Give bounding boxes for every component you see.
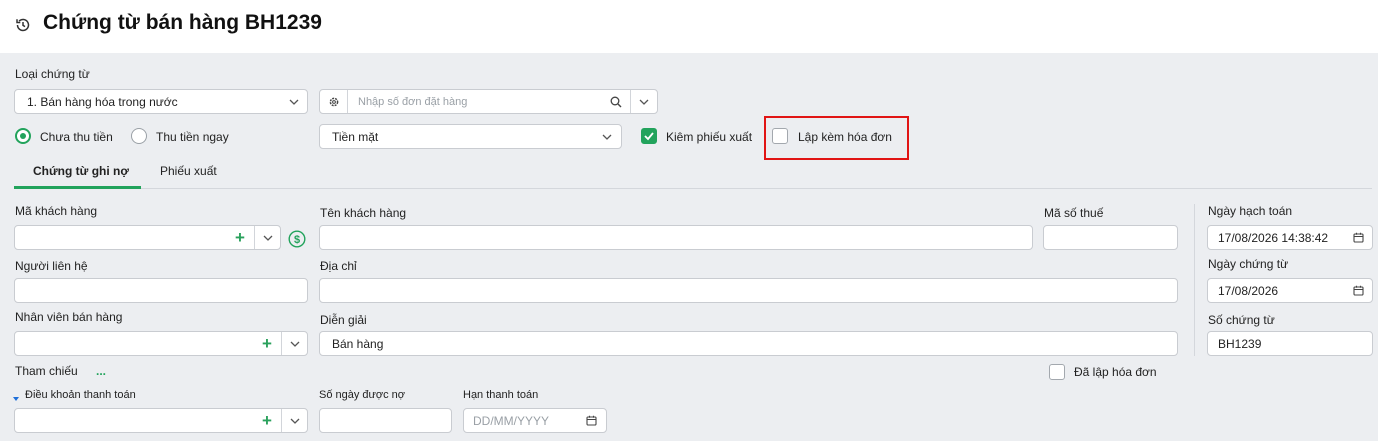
contact-input[interactable] xyxy=(14,278,308,303)
unpaid-label: Chưa thu tiền xyxy=(40,130,113,144)
tax-code-label: Mã số thuế xyxy=(1044,206,1104,220)
divider xyxy=(630,90,631,113)
sales-staff-input[interactable]: + xyxy=(14,331,308,356)
dollar-icon[interactable]: $ xyxy=(288,230,306,248)
address-label: Địa chỉ xyxy=(320,259,357,273)
paid-now-radio[interactable] xyxy=(131,128,147,144)
delivery-note-checkbox[interactable] xyxy=(641,128,657,144)
calendar-icon[interactable] xyxy=(1352,279,1364,302)
tabs-divider xyxy=(14,188,1372,189)
order-search-field[interactable]: Nhập số đơn đặt hàng xyxy=(319,89,658,114)
sales-staff-label: Nhân viên bán hàng xyxy=(15,310,123,324)
unpaid-radio[interactable] xyxy=(15,128,31,144)
divider xyxy=(281,332,282,355)
svg-text:$: $ xyxy=(294,234,300,246)
history-icon[interactable] xyxy=(14,16,32,34)
calendar-icon[interactable] xyxy=(1352,226,1364,249)
side-divider xyxy=(1194,204,1195,356)
voucher-date-input[interactable]: 17/08/2026 xyxy=(1207,278,1373,303)
reference-more-link[interactable]: ... xyxy=(96,364,106,378)
chevron-down-icon[interactable] xyxy=(285,332,305,355)
active-tab-indicator xyxy=(14,186,141,189)
voucher-type-select[interactable]: 1. Bán hàng hóa trong nước xyxy=(14,89,308,114)
posting-date-input[interactable]: 17/08/2026 14:38:42 xyxy=(1207,225,1373,250)
tab-delivery-note[interactable]: Phiếu xuất xyxy=(160,164,217,178)
divider xyxy=(281,409,282,432)
tax-code-input[interactable] xyxy=(1043,225,1178,250)
payment-method-select[interactable]: Tiền mặt xyxy=(319,124,622,149)
with-invoice-label: Lập kèm hóa đơn xyxy=(798,130,892,144)
voucher-type-label: Loại chứng từ xyxy=(15,67,90,81)
chevron-down-icon[interactable] xyxy=(285,409,305,432)
plus-icon[interactable]: + xyxy=(260,332,274,355)
voucher-date-value: 17/08/2026 xyxy=(1218,283,1279,298)
caret-down-icon[interactable] xyxy=(12,392,20,401)
order-search-placeholder: Nhập số đơn đặt hàng xyxy=(358,95,468,108)
invoiced-checkbox[interactable] xyxy=(1049,364,1065,380)
divider xyxy=(347,90,348,113)
voucher-no-label: Số chứng từ xyxy=(1208,313,1275,327)
contact-label: Người liên hệ xyxy=(15,259,88,273)
customer-name-input[interactable] xyxy=(319,225,1033,250)
address-input[interactable] xyxy=(319,278,1178,303)
calendar-icon[interactable] xyxy=(585,409,597,432)
delivery-note-label: Kiêm phiếu xuất xyxy=(666,130,753,144)
payment-terms-input[interactable]: + xyxy=(14,408,308,433)
invoiced-label: Đã lập hóa đơn xyxy=(1074,365,1157,379)
voucher-no-value: BH1239 xyxy=(1218,336,1262,351)
chevron-down-icon xyxy=(287,90,301,113)
posting-date-value: 17/08/2026 14:38:42 xyxy=(1218,230,1329,245)
due-date-input[interactable]: DD/MM/YYYY xyxy=(463,408,607,433)
description-input[interactable]: Bán hàng xyxy=(319,331,1178,356)
description-label: Diễn giải xyxy=(320,313,367,327)
paid-now-label: Thu tiền ngay xyxy=(156,130,229,144)
voucher-type-value: 1. Bán hàng hóa trong nước xyxy=(27,94,178,109)
page-title: Chứng từ bán hàng BH1239 xyxy=(43,11,322,34)
chevron-down-icon[interactable] xyxy=(634,90,654,113)
search-icon[interactable] xyxy=(608,90,624,113)
due-date-placeholder: DD/MM/YYYY xyxy=(473,413,550,428)
due-date-label: Hạn thanh toán xyxy=(463,389,539,401)
posting-date-label: Ngày hạch toán xyxy=(1208,204,1293,218)
gear-icon[interactable] xyxy=(325,90,343,113)
customer-name-label: Tên khách hàng xyxy=(320,206,407,220)
customer-code-input[interactable]: + xyxy=(14,225,281,250)
customer-code-label: Mã khách hàng xyxy=(15,204,98,218)
payment-terms-label[interactable]: Điều khoản thanh toán xyxy=(25,389,136,401)
with-invoice-checkbox[interactable] xyxy=(772,128,788,144)
divider xyxy=(254,226,255,249)
credit-days-label: Số ngày được nợ xyxy=(319,389,406,401)
voucher-no-input[interactable]: BH1239 xyxy=(1207,331,1373,356)
payment-method-value: Tiền mặt xyxy=(332,129,379,144)
reference-label: Tham chiếu xyxy=(15,364,78,378)
tab-debit-voucher[interactable]: Chứng từ ghi nợ xyxy=(33,164,129,178)
credit-days-input[interactable] xyxy=(319,408,452,433)
voucher-date-label: Ngày chứng từ xyxy=(1208,257,1289,271)
chevron-down-icon xyxy=(600,125,614,148)
plus-icon[interactable]: + xyxy=(233,226,247,249)
plus-icon[interactable]: + xyxy=(260,409,274,432)
description-value: Bán hàng xyxy=(332,336,384,351)
chevron-down-icon[interactable] xyxy=(258,226,278,249)
